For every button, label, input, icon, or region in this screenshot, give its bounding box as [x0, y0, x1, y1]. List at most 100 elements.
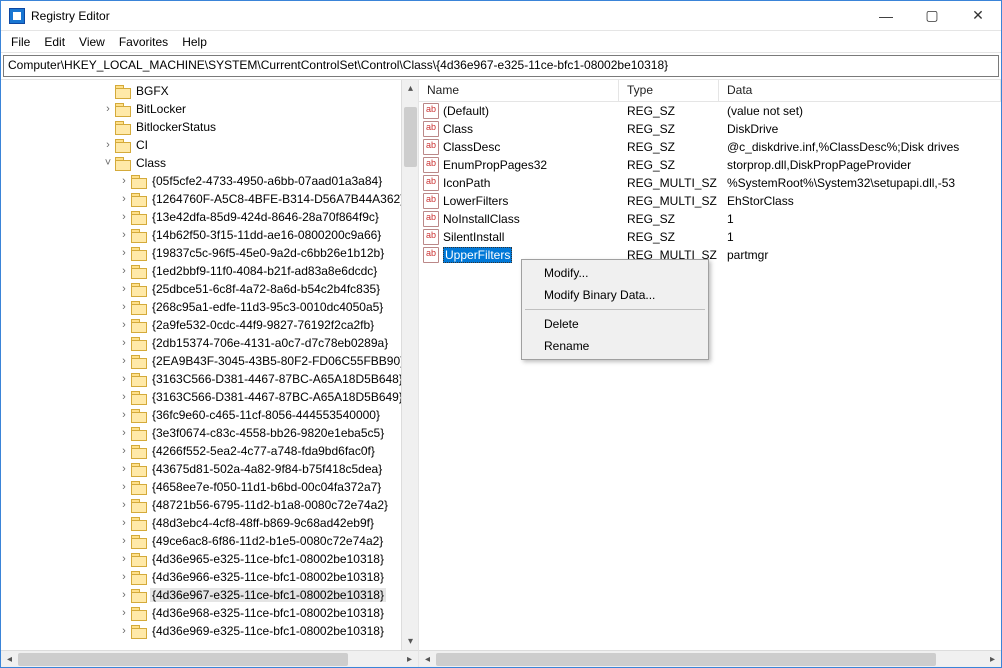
- tree-vscrollbar[interactable]: ▴ ▾: [401, 80, 418, 650]
- scroll-left-icon[interactable]: ◂: [419, 651, 436, 668]
- value-row[interactable]: ClassDescREG_SZ@c_diskdrive.inf,%ClassDe…: [419, 138, 1001, 156]
- tree-item[interactable]: ›{4d36e969-e325-11ce-bfc1-08002be10318}: [5, 622, 418, 640]
- tree-item[interactable]: ›{3163C566-D381-4467-87BC-A65A18D5B648}: [5, 370, 418, 388]
- menu-view[interactable]: View: [79, 35, 105, 49]
- tree-item[interactable]: ›{48d3ebc4-4cf8-48ff-b869-9c68ad42eb9f}: [5, 514, 418, 532]
- tree-item[interactable]: ›CI: [5, 136, 418, 154]
- tree-item[interactable]: ›{2a9fe532-0cdc-44f9-9827-76192f2ca2fb}: [5, 316, 418, 334]
- expand-icon[interactable]: ›: [117, 571, 131, 583]
- expand-icon[interactable]: ›: [101, 139, 115, 151]
- value-row[interactable]: SilentInstallREG_SZ1: [419, 228, 1001, 246]
- menu-help[interactable]: Help: [182, 35, 207, 49]
- col-data[interactable]: Data: [719, 80, 1001, 101]
- tree-item-label: BGFX: [134, 84, 171, 98]
- tree-item[interactable]: ›{13e42dfa-85d9-424d-8646-28a70f864f9c}: [5, 208, 418, 226]
- expand-icon[interactable]: ›: [117, 625, 131, 637]
- maximize-button[interactable]: ▢: [909, 1, 955, 31]
- address-bar[interactable]: Computer\HKEY_LOCAL_MACHINE\SYSTEM\Curre…: [3, 55, 999, 77]
- expand-icon[interactable]: ›: [117, 553, 131, 565]
- expand-icon[interactable]: ›: [117, 535, 131, 547]
- expand-icon[interactable]: ›: [117, 247, 131, 259]
- tree-hscrollbar[interactable]: ◂ ▸: [1, 650, 419, 667]
- value-row[interactable]: LowerFiltersREG_MULTI_SZEhStorClass: [419, 192, 1001, 210]
- tree-item[interactable]: ›{4d36e966-e325-11ce-bfc1-08002be10318}: [5, 568, 418, 586]
- scroll-right-icon[interactable]: ▸: [984, 651, 1001, 668]
- menu-modify[interactable]: Modify...: [524, 262, 706, 284]
- expand-icon[interactable]: ›: [117, 481, 131, 493]
- tree-item[interactable]: ˅Class: [5, 154, 418, 172]
- minimize-button[interactable]: ―: [863, 1, 909, 31]
- tree-item[interactable]: ›{4266f552-5ea2-4c77-a748-fda9bd6fac0f}: [5, 442, 418, 460]
- value-row[interactable]: UpperFiltersREG_MULTI_SZpartmgr: [419, 246, 1001, 264]
- tree-item[interactable]: ›{1ed2bbf9-11f0-4084-b21f-ad83a8e6dcdc}: [5, 262, 418, 280]
- expand-icon[interactable]: ›: [117, 355, 131, 367]
- tree-item[interactable]: ›BGFX: [5, 82, 418, 100]
- expand-icon[interactable]: ›: [117, 229, 131, 241]
- scroll-up-icon[interactable]: ▴: [402, 80, 419, 97]
- tree-item[interactable]: ›{36fc9e60-c465-11cf-8056-444553540000}: [5, 406, 418, 424]
- expand-icon[interactable]: ›: [117, 517, 131, 529]
- tree-item[interactable]: ›{05f5cfe2-4733-4950-a6bb-07aad01a3a84}: [5, 172, 418, 190]
- tree-item[interactable]: ›{4658ee7e-f050-11d1-b6bd-00c04fa372a7}: [5, 478, 418, 496]
- tree-item[interactable]: ›{14b62f50-3f15-11dd-ae16-0800200c9a66}: [5, 226, 418, 244]
- tree-item[interactable]: ›{49ce6ac8-6f86-11d2-b1e5-0080c72e74a2}: [5, 532, 418, 550]
- expand-icon[interactable]: ›: [101, 103, 115, 115]
- scroll-right-icon[interactable]: ▸: [401, 651, 418, 668]
- value-row[interactable]: NoInstallClassREG_SZ1: [419, 210, 1001, 228]
- menu-edit[interactable]: Edit: [44, 35, 65, 49]
- expand-icon[interactable]: ›: [117, 391, 131, 403]
- expand-icon[interactable]: ›: [117, 319, 131, 331]
- tree-item[interactable]: ›BitlockerStatus: [5, 118, 418, 136]
- menu-delete[interactable]: Delete: [524, 313, 706, 335]
- registry-tree[interactable]: ›BGFX›BitLocker›BitlockerStatus›CI˅Class…: [1, 80, 418, 650]
- list-hscrollbar[interactable]: ◂ ▸: [419, 650, 1001, 667]
- collapse-icon[interactable]: ˅: [101, 157, 115, 169]
- tree-item[interactable]: ›{4d36e967-e325-11ce-bfc1-08002be10318}: [5, 586, 418, 604]
- tree-item[interactable]: ›{3163C566-D381-4467-87BC-A65A18D5B649}: [5, 388, 418, 406]
- tree-item[interactable]: ›{48721b56-6795-11d2-b1a8-0080c72e74a2}: [5, 496, 418, 514]
- col-type[interactable]: Type: [619, 80, 719, 101]
- tree-item[interactable]: ›{19837c5c-96f5-45e0-9a2d-c6bb26e1b12b}: [5, 244, 418, 262]
- value-row[interactable]: ClassREG_SZDiskDrive: [419, 120, 1001, 138]
- expand-icon[interactable]: ›: [117, 499, 131, 511]
- menu-file[interactable]: File: [11, 35, 30, 49]
- expand-icon[interactable]: ›: [117, 337, 131, 349]
- tree-item[interactable]: ›{1264760F-A5C8-4BFE-B314-D56A7B44A362}: [5, 190, 418, 208]
- string-value-icon: [423, 121, 439, 137]
- expand-icon[interactable]: ›: [117, 283, 131, 295]
- tree-item[interactable]: ›{4d36e968-e325-11ce-bfc1-08002be10318}: [5, 604, 418, 622]
- menu-rename[interactable]: Rename: [524, 335, 706, 357]
- expand-icon[interactable]: ›: [117, 373, 131, 385]
- scroll-left-icon[interactable]: ◂: [1, 651, 18, 668]
- expand-icon[interactable]: ›: [117, 193, 131, 205]
- folder-icon: [131, 354, 147, 368]
- value-row[interactable]: EnumPropPages32REG_SZstorprop.dll,DiskPr…: [419, 156, 1001, 174]
- value-type: REG_SZ: [619, 122, 719, 136]
- tree-item[interactable]: ›{43675d81-502a-4a82-9f84-b75f418c5dea}: [5, 460, 418, 478]
- expand-icon[interactable]: ›: [117, 445, 131, 457]
- close-button[interactable]: ✕: [955, 1, 1001, 31]
- expand-icon[interactable]: ›: [117, 265, 131, 277]
- scroll-down-icon[interactable]: ▾: [402, 633, 419, 650]
- expand-icon[interactable]: ›: [117, 463, 131, 475]
- value-row[interactable]: (Default)REG_SZ(value not set): [419, 102, 1001, 120]
- tree-item[interactable]: ›{4d36e965-e325-11ce-bfc1-08002be10318}: [5, 550, 418, 568]
- tree-item[interactable]: ›{2db15374-706e-4131-a0c7-d7c78eb0289a}: [5, 334, 418, 352]
- expand-icon[interactable]: ›: [117, 175, 131, 187]
- tree-item[interactable]: ›{3e3f0674-c83c-4558-bb26-9820e1eba5c5}: [5, 424, 418, 442]
- expand-icon[interactable]: ›: [117, 427, 131, 439]
- expand-icon[interactable]: ›: [117, 211, 131, 223]
- expand-icon[interactable]: ›: [117, 589, 131, 601]
- tree-item[interactable]: ›{25dbce51-6c8f-4a72-8a6d-b54c2b4fc835}: [5, 280, 418, 298]
- expand-icon[interactable]: ›: [117, 607, 131, 619]
- menu-favorites[interactable]: Favorites: [119, 35, 168, 49]
- tree-item[interactable]: ›BitLocker: [5, 100, 418, 118]
- expand-icon[interactable]: ›: [117, 409, 131, 421]
- menu-modify-binary[interactable]: Modify Binary Data...: [524, 284, 706, 306]
- col-name[interactable]: Name: [419, 80, 619, 101]
- tree-item[interactable]: ›{268c95a1-edfe-11d3-95c3-0010dc4050a5}: [5, 298, 418, 316]
- tree-item[interactable]: ›{2EA9B43F-3045-43B5-80F2-FD06C55FBB90}: [5, 352, 418, 370]
- value-row[interactable]: IconPathREG_MULTI_SZ%SystemRoot%\System3…: [419, 174, 1001, 192]
- list-body[interactable]: (Default)REG_SZ(value not set)ClassREG_S…: [419, 102, 1001, 264]
- expand-icon[interactable]: ›: [117, 301, 131, 313]
